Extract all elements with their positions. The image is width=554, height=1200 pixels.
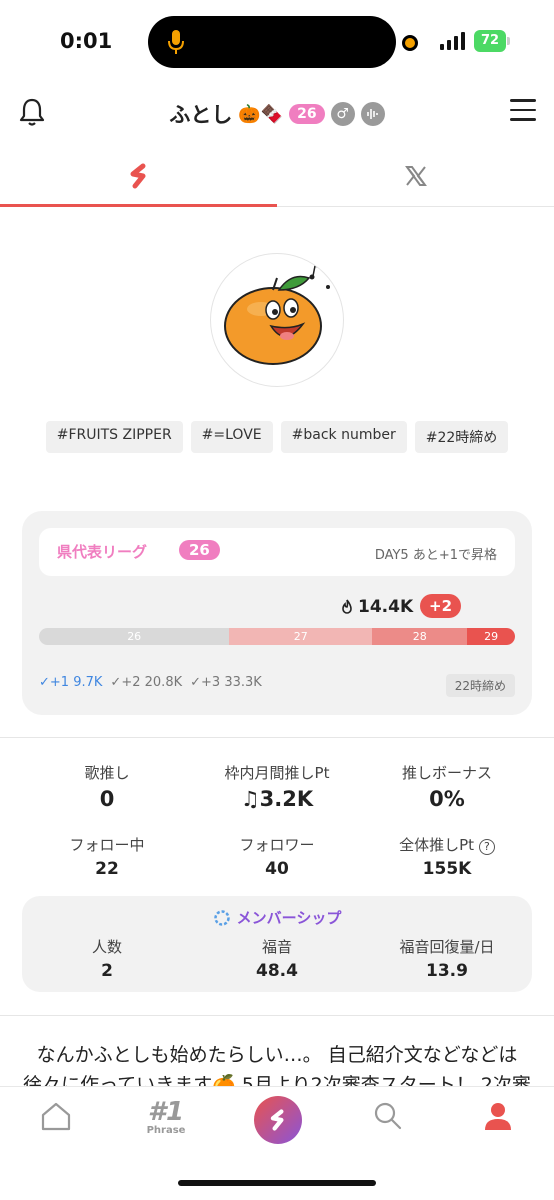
- rank-progress-bar: 26 27 28 29: [39, 628, 515, 645]
- tab-x[interactable]: [277, 145, 554, 207]
- divider: [0, 1015, 554, 1016]
- check-circle-icon: ✓: [190, 675, 202, 690]
- microphone-icon: [168, 30, 184, 54]
- nav-search[interactable]: [358, 1101, 418, 1151]
- level-badge: 26: [289, 104, 325, 124]
- home-icon: [41, 1102, 71, 1131]
- status-time: 0:01: [60, 29, 113, 53]
- tag-item[interactable]: #22時締め: [414, 421, 509, 453]
- tag-item[interactable]: #back number: [280, 421, 407, 453]
- male-icon: ♂: [330, 102, 355, 126]
- orange-character-icon: [224, 265, 330, 365]
- tag-item[interactable]: #FRUITS ZIPPER: [45, 421, 183, 453]
- help-icon[interactable]: ?: [478, 839, 495, 855]
- flame-icon: [342, 599, 352, 614]
- league-name: 県代表リーグ: [57, 543, 148, 561]
- tag-item[interactable]: #=LOVE: [190, 421, 273, 453]
- check-circle-icon: ✓: [110, 675, 122, 690]
- search-icon: [374, 1102, 402, 1130]
- rank-segment: 29: [467, 628, 515, 645]
- create-button[interactable]: [254, 1096, 302, 1144]
- profile-header: ふとし 🎃🍫 26 ♂: [0, 85, 554, 137]
- profile-person-icon: [485, 1103, 511, 1130]
- membership-count: 人数 2: [91, 938, 122, 981]
- stat-song-oshi: 歌推し 0: [84, 764, 130, 811]
- voice-wave-icon[interactable]: [360, 102, 385, 126]
- membership-recovery: 福音回復量/日 13.9: [399, 938, 495, 981]
- nav-home[interactable]: [26, 1101, 86, 1151]
- profile-bio: なんかふとしも始めたらしい…。 自己紹介文などなどは徐々に作っていきます🍊 5月…: [23, 1044, 531, 1086]
- membership-fukuon: 福音 48.4: [256, 938, 298, 981]
- membership-wreath-icon: [213, 909, 230, 926]
- app-logo-icon: [130, 163, 145, 189]
- rank-thresholds: ✓+1 9.7K ✓+2 20.8K ✓+3 33.3K: [39, 675, 262, 690]
- threshold-item: ✓+1 9.7K: [39, 675, 103, 690]
- battery-icon: 72: [474, 30, 506, 52]
- league-level-badge: 26: [179, 540, 220, 560]
- tag-list: #FRUITS ZIPPER #=LOVE #back number #22時締…: [0, 421, 554, 453]
- profile-tabs: [0, 145, 554, 207]
- stat-following[interactable]: フォロー中 22: [15, 834, 199, 879]
- rank-segment: 28: [372, 628, 468, 645]
- rank-segment: 27: [229, 628, 373, 645]
- x-logo-icon: [404, 166, 427, 186]
- music-note-icon: ♫: [240, 787, 260, 811]
- league-points-value: 14.4K: [358, 597, 414, 617]
- hamburger-menu-icon[interactable]: [510, 99, 536, 123]
- divider: [0, 737, 554, 738]
- deadline-badge: 22時締め: [445, 674, 515, 697]
- membership-card[interactable]: メンバーシップ 人数 2 福音 48.4 福音回復量/日 13.9: [22, 896, 532, 992]
- membership-title: メンバーシップ: [22, 907, 532, 928]
- stat-monthly-pt: 枠内月間推しPt ♫3.2K: [224, 764, 330, 811]
- nav-profile[interactable]: [468, 1101, 528, 1151]
- league-card[interactable]: 県代表リーグ 26 DAY5 あと+1で昇格 14.4K +2 26 27 28 29…: [22, 511, 532, 715]
- home-indicator[interactable]: [178, 1180, 376, 1186]
- status-bar: 0:01 72: [0, 0, 554, 80]
- stat-bonus: 推しボーナス 0%: [401, 764, 492, 811]
- recording-indicator-icon: [402, 35, 418, 51]
- stat-followers[interactable]: フォロワー 40: [185, 834, 369, 879]
- threshold-item: ✓+2 20.8K: [110, 675, 183, 690]
- points-change-badge: +2: [420, 594, 462, 618]
- tab-app-logo[interactable]: [0, 145, 277, 207]
- battery-cap: [507, 37, 510, 45]
- app-logo-icon: [270, 1109, 284, 1131]
- league-header: 県代表リーグ 26 DAY5 あと+1で昇格: [39, 528, 515, 576]
- check-circle-icon: ✓: [39, 675, 50, 690]
- username: ふとし: [169, 103, 233, 127]
- rank-segment: 26: [39, 628, 230, 645]
- active-tab-indicator: [0, 204, 277, 207]
- league-day-note: DAY5 あと+1で昇格: [374, 548, 497, 563]
- threshold-item: ✓+3 33.3K: [190, 675, 262, 690]
- profile-title: ふとし 🎃🍫 26 ♂: [0, 99, 554, 129]
- signal-icon: [440, 32, 465, 50]
- stat-total-pt: 全体推しPt ? 155K: [355, 834, 539, 879]
- username-emoji: 🎃🍫: [238, 103, 284, 125]
- nav-phrase[interactable]: #1 Phrase: [136, 1099, 196, 1149]
- league-points: 14.4K: [340, 597, 413, 617]
- avatar[interactable]: [210, 253, 344, 387]
